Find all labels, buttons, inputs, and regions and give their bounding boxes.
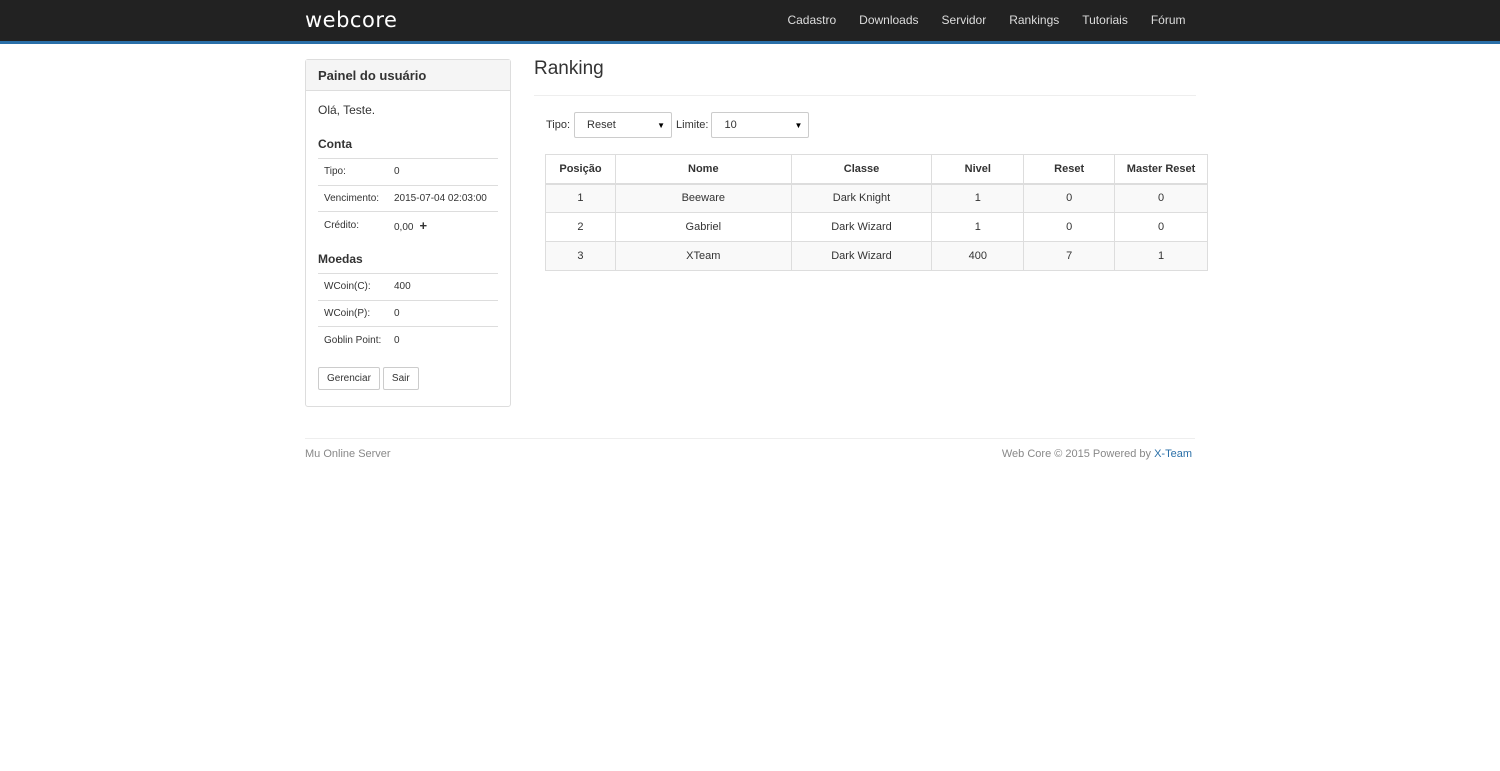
info-value: 2015-07-04 02:03:00 (388, 184, 498, 212)
type-select[interactable]: Reset ▼ (574, 112, 673, 138)
account-table: Tipo: 0 Vencimento: 2015-07-04 02:03:00 … (318, 158, 498, 238)
table-cell: 1 (931, 212, 1025, 242)
info-value: 0 (388, 158, 498, 185)
footer-copyright: Web Core © 2015 Powered by (1001, 448, 1152, 460)
column-header: Classe (790, 154, 933, 185)
ranking-filters: Tipo: Reset ▼ Limite: 10 ▼ (546, 112, 810, 138)
xteam-link[interactable]: X-Team (1154, 448, 1192, 460)
table-row: 3 XTeam Dark Wizard 400 7 1 (545, 241, 1208, 271)
chevron-down-icon: ▼ (794, 121, 803, 130)
title-divider (534, 95, 1196, 96)
info-label: WCoin(P): (318, 299, 388, 327)
table-header-row: Posição Nome Classe Nivel Reset Master R… (545, 154, 1208, 185)
page-title: Ranking (534, 58, 604, 79)
nav-item-cadastro[interactable]: Cadastro (776, 0, 848, 41)
table-cell: 400 (931, 241, 1025, 271)
column-header: Reset (1023, 154, 1116, 185)
info-label: Crédito: (318, 211, 388, 238)
table-row: 1 Beeware Dark Knight 1 0 0 (545, 183, 1208, 213)
main-nav: Cadastro Downloads Servidor Rankings Tut… (776, 0, 1197, 41)
greeting-text: Olá, Teste. (318, 103, 376, 117)
info-label: Goblin Point: (318, 326, 388, 353)
table-cell: Dark Wizard (790, 212, 933, 242)
footer-credits: Web Core © 2015 Powered by X-Team (1002, 448, 1192, 460)
table-cell: 3 (545, 241, 616, 271)
nav-item-downloads[interactable]: Downloads (848, 0, 930, 41)
type-label: Tipo: (546, 119, 571, 131)
logout-button[interactable]: Sair (382, 367, 419, 390)
credit-cell: 0,00 + (388, 211, 498, 238)
chevron-down-icon: ▼ (657, 121, 666, 130)
add-credit-icon[interactable]: + (419, 218, 427, 233)
table-cell: XTeam (614, 241, 792, 271)
table-cell: Beeware (614, 183, 792, 213)
account-section-title: Conta (318, 137, 352, 151)
info-value: 0 (388, 326, 498, 353)
account-row-type: Tipo: 0 (318, 158, 498, 185)
limit-select[interactable]: 10 ▼ (711, 112, 810, 138)
table-cell: Gabriel (614, 212, 792, 242)
limit-select-value: 10 (724, 119, 737, 131)
nav-item-forum[interactable]: Fórum (1139, 0, 1197, 41)
coins-section-title: Moedas (318, 252, 363, 266)
coin-row-goblin-point: Goblin Point: 0 (318, 326, 498, 353)
brand-logo[interactable]: webcore (305, 8, 397, 32)
table-cell: 1 (931, 183, 1025, 213)
table-cell: 0 (1023, 183, 1116, 213)
table-cell: 7 (1023, 241, 1116, 271)
panel-actions: Gerenciar Sair (318, 367, 498, 390)
footer-divider (305, 438, 1195, 439)
column-header: Posição (545, 154, 616, 185)
column-header: Master Reset (1114, 154, 1208, 185)
footer-left-text: Mu Online Server (305, 448, 391, 460)
column-header: Nivel (931, 154, 1025, 185)
info-label: WCoin(C): (318, 273, 388, 300)
table-cell: 0 (1114, 183, 1208, 213)
manage-button[interactable]: Gerenciar (318, 367, 380, 390)
coins-table: WCoin(C): 400 WCoin(P): 0 Goblin Point: … (318, 273, 498, 353)
table-cell: Dark Wizard (790, 241, 933, 271)
top-navbar: webcore Cadastro Downloads Servidor Rank… (0, 0, 1500, 44)
table-row: 2 Gabriel Dark Wizard 1 0 0 (545, 212, 1208, 242)
ranking-table: Posição Nome Classe Nivel Reset Master R… (545, 154, 1208, 271)
account-row-credit: Crédito: 0,00 + (318, 211, 498, 238)
table-cell: 1 (1114, 241, 1208, 271)
account-row-expiry: Vencimento: 2015-07-04 02:03:00 (318, 184, 498, 212)
table-cell: Dark Knight (790, 183, 933, 213)
table-cell: 0 (1114, 212, 1208, 242)
info-label: Tipo: (318, 158, 388, 185)
table-cell: 2 (545, 212, 616, 242)
table-cell: 1 (545, 183, 616, 213)
table-cell: 0 (1023, 212, 1116, 242)
nav-item-rankings[interactable]: Rankings (998, 0, 1071, 41)
info-value: 400 (388, 273, 498, 300)
coin-row-wcoin-p: WCoin(P): 0 (318, 299, 498, 327)
nav-item-servidor[interactable]: Servidor (930, 0, 998, 41)
nav-item-tutoriais[interactable]: Tutoriais (1071, 0, 1140, 41)
coin-row-wcoin-c: WCoin(C): 400 (318, 273, 498, 300)
column-header: Nome (614, 154, 792, 185)
info-value: 0 (388, 299, 498, 327)
info-value: 0,00 (394, 221, 414, 233)
limit-label: Limite: (676, 119, 709, 131)
type-select-value: Reset (587, 119, 616, 131)
user-panel: Painel do usuário Olá, Teste. Conta Tipo… (305, 59, 511, 407)
user-panel-title: Painel do usuário (306, 60, 510, 91)
info-label: Vencimento: (318, 184, 388, 212)
